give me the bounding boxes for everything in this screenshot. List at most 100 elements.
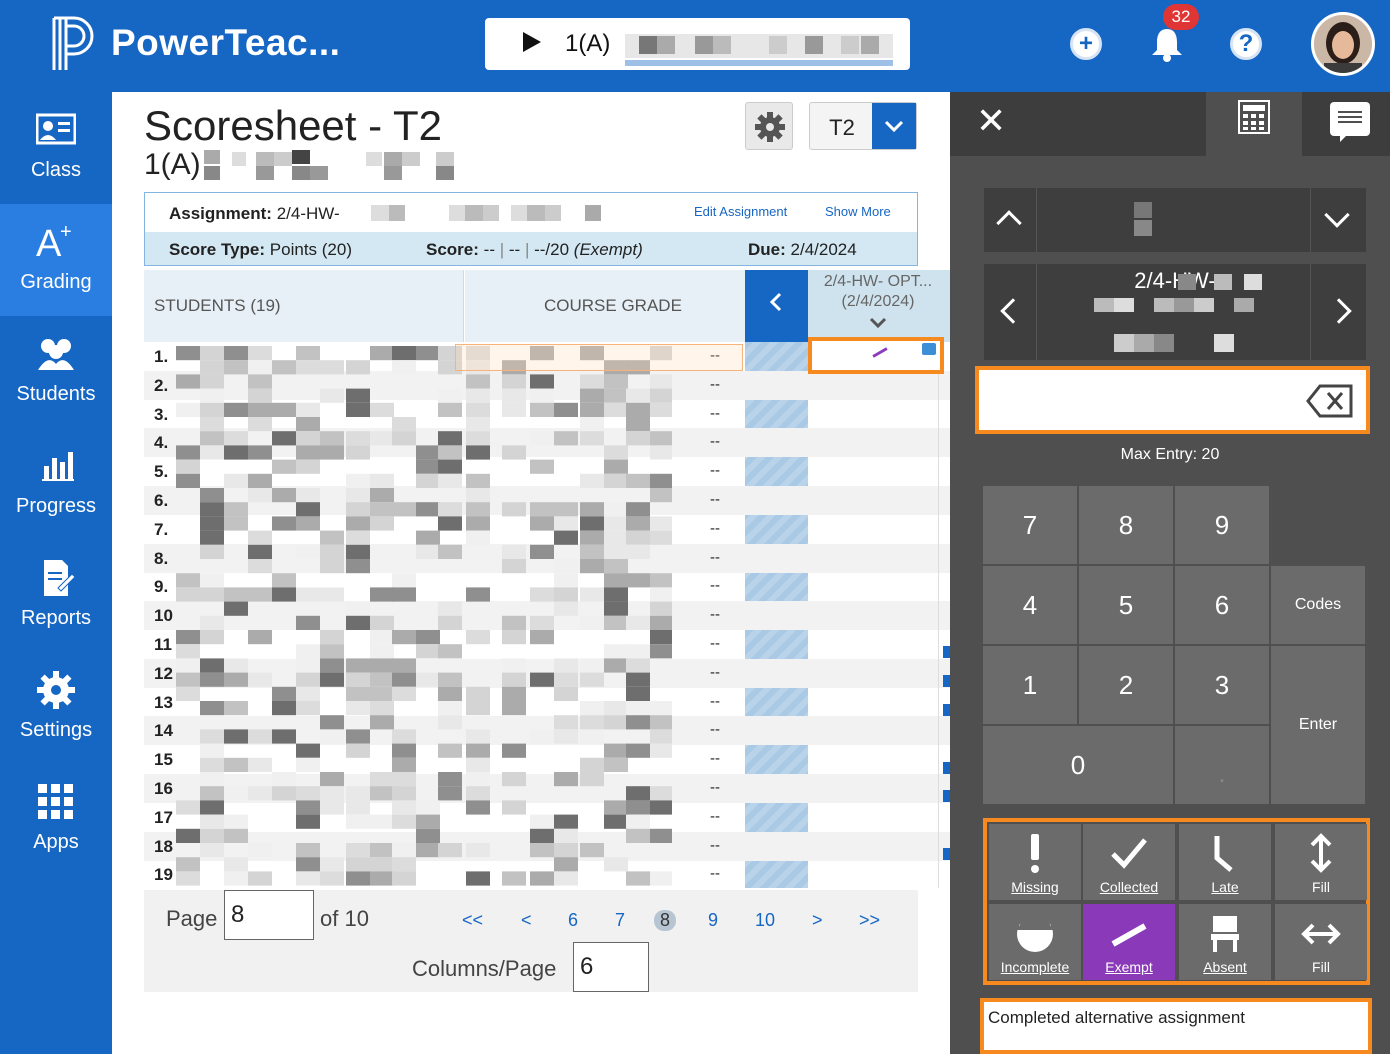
course-grade-cell[interactable]: -- [710, 865, 720, 882]
chevron-down-icon[interactable] [872, 103, 916, 149]
chevron-down-icon[interactable] [868, 316, 888, 330]
course-grade-cell[interactable]: -- [710, 664, 720, 681]
score-comment-field[interactable]: Completed alternative assignment [980, 998, 1372, 1054]
add-icon[interactable]: + [1070, 28, 1102, 60]
score-marker [943, 646, 950, 658]
collapse-columns-button[interactable] [745, 270, 808, 342]
course-grade-cell[interactable]: -- [710, 376, 720, 393]
page-link-10[interactable]: 10 [755, 910, 775, 931]
scoresheet-settings-button[interactable] [745, 102, 793, 150]
page-link-current[interactable]: 8 [654, 910, 677, 931]
nav-class[interactable]: Class [0, 92, 112, 204]
help-icon[interactable]: ? [1230, 28, 1262, 60]
page-link-6[interactable]: 6 [568, 910, 578, 931]
key-2[interactable]: 2 [1079, 646, 1173, 724]
codes-button[interactable]: Codes [1271, 566, 1365, 644]
key-7[interactable]: 7 [983, 486, 1077, 564]
absent-button[interactable]: Absent [1179, 904, 1271, 980]
score-entry-field[interactable] [975, 366, 1370, 434]
next-page-link[interactable]: > [812, 910, 823, 931]
missing-button[interactable]: Missing [989, 824, 1081, 900]
course-grade-column-header[interactable]: COURSE GRADE [465, 270, 745, 342]
nav-reports[interactable]: Reports [0, 540, 112, 652]
late-button[interactable]: Late [1179, 824, 1271, 900]
fill-vertical-button[interactable]: Fill [1275, 824, 1367, 900]
tab-keypad[interactable] [1206, 92, 1302, 156]
chevron-up-icon[interactable] [996, 210, 1022, 236]
first-page-link[interactable]: << [462, 910, 483, 931]
course-grade-cell[interactable]: -- [710, 520, 720, 537]
score-codes: Missing Collected Late Fill Incomplete E… [983, 818, 1370, 985]
nav-apps[interactable]: Apps [0, 764, 112, 876]
key-8[interactable]: 8 [1079, 486, 1173, 564]
students-icon [38, 339, 74, 370]
course-grade-cell[interactable]: -- [710, 577, 720, 594]
exempt-button[interactable]: Exempt [1083, 904, 1175, 980]
key-9[interactable]: 9 [1175, 486, 1269, 564]
course-grade-cell[interactable]: -- [710, 433, 720, 450]
apps-icon [38, 784, 73, 819]
term-select[interactable]: T2 [809, 102, 917, 150]
bell-icon[interactable] [1148, 26, 1186, 62]
chevron-right-icon[interactable] [1326, 298, 1352, 324]
row-number: 5. [154, 462, 169, 482]
edit-assignment-link[interactable]: Edit Assignment [694, 204, 787, 219]
key-6[interactable]: 6 [1175, 566, 1269, 644]
course-grade-cell[interactable]: -- [710, 549, 720, 566]
key-1[interactable]: 1 [983, 646, 1077, 724]
last-page-link[interactable]: >> [859, 910, 880, 931]
class-selector[interactable]: 1(A) [485, 18, 910, 70]
page-link-9[interactable]: 9 [708, 910, 718, 931]
course-grade-cell[interactable]: -- [710, 837, 720, 854]
user-photo [1314, 15, 1372, 73]
incomplete-button[interactable]: Incomplete [989, 904, 1081, 980]
course-grade-cell[interactable]: -- [710, 808, 720, 825]
students-column-header[interactable]: STUDENTS (19) [144, 270, 464, 342]
selected-score-cell[interactable] [808, 337, 944, 374]
close-icon[interactable]: ✕ [976, 100, 1006, 142]
nav-settings[interactable]: Settings [0, 652, 112, 764]
fill-vertical-label: Fill [1312, 879, 1330, 895]
course-grade-cell[interactable]: -- [710, 491, 720, 508]
key-3[interactable]: 3 [1175, 646, 1269, 724]
course-grade-cell[interactable]: -- [710, 462, 720, 479]
key-4[interactable]: 4 [983, 566, 1077, 644]
nav-students[interactable]: Students [0, 316, 112, 428]
course-grade-cell[interactable]: -- [710, 635, 720, 652]
course-grade-cell[interactable]: -- [710, 405, 720, 422]
prev-page-link[interactable]: < [521, 910, 532, 931]
chevron-left-icon [769, 292, 782, 312]
score-marker [943, 762, 950, 774]
key-5[interactable]: 5 [1079, 566, 1173, 644]
nav-apps-label: Apps [33, 831, 79, 853]
enter-button[interactable]: Enter [1271, 646, 1365, 804]
columns-per-page-input[interactable] [573, 942, 649, 992]
course-grade-cell[interactable]: -- [710, 779, 720, 796]
chevron-down-icon[interactable] [1324, 202, 1350, 228]
page-number-input[interactable] [224, 890, 314, 940]
avatar[interactable] [1311, 12, 1375, 76]
chevron-left-icon[interactable] [1000, 298, 1026, 324]
comment-tab-icon[interactable] [1330, 102, 1370, 142]
fill-horizontal-button[interactable]: Fill [1275, 904, 1367, 980]
course-grade-cell[interactable]: -- [710, 693, 720, 710]
page-link-7[interactable]: 7 [615, 910, 625, 931]
collected-button[interactable]: Collected [1083, 824, 1175, 900]
row-number: 6. [154, 491, 169, 510]
score-entry-input[interactable] [985, 376, 1285, 424]
key-decimal[interactable]: . [1175, 726, 1269, 804]
due-label: Due: [748, 240, 786, 259]
assignment-column-header[interactable]: 2/4-HW- OPT... (2/4/2024) [808, 270, 950, 342]
key-0[interactable]: 0 [983, 726, 1173, 804]
nav-grading[interactable]: A + Grading [0, 204, 112, 316]
nav-progress[interactable]: Progress [0, 428, 112, 540]
backspace-icon[interactable] [1306, 384, 1354, 418]
show-more-link[interactable]: Show More [825, 204, 891, 219]
row-number: 9. [154, 577, 169, 597]
course-grade-cell[interactable]: -- [710, 750, 720, 767]
course-grade-cell[interactable]: -- [710, 721, 720, 738]
score-comment-text: Completed alternative assignment [988, 1008, 1246, 1027]
row-number: 2. [154, 375, 169, 395]
course-grade-cell[interactable]: -- [710, 606, 720, 623]
score-label: Score: [426, 240, 479, 259]
